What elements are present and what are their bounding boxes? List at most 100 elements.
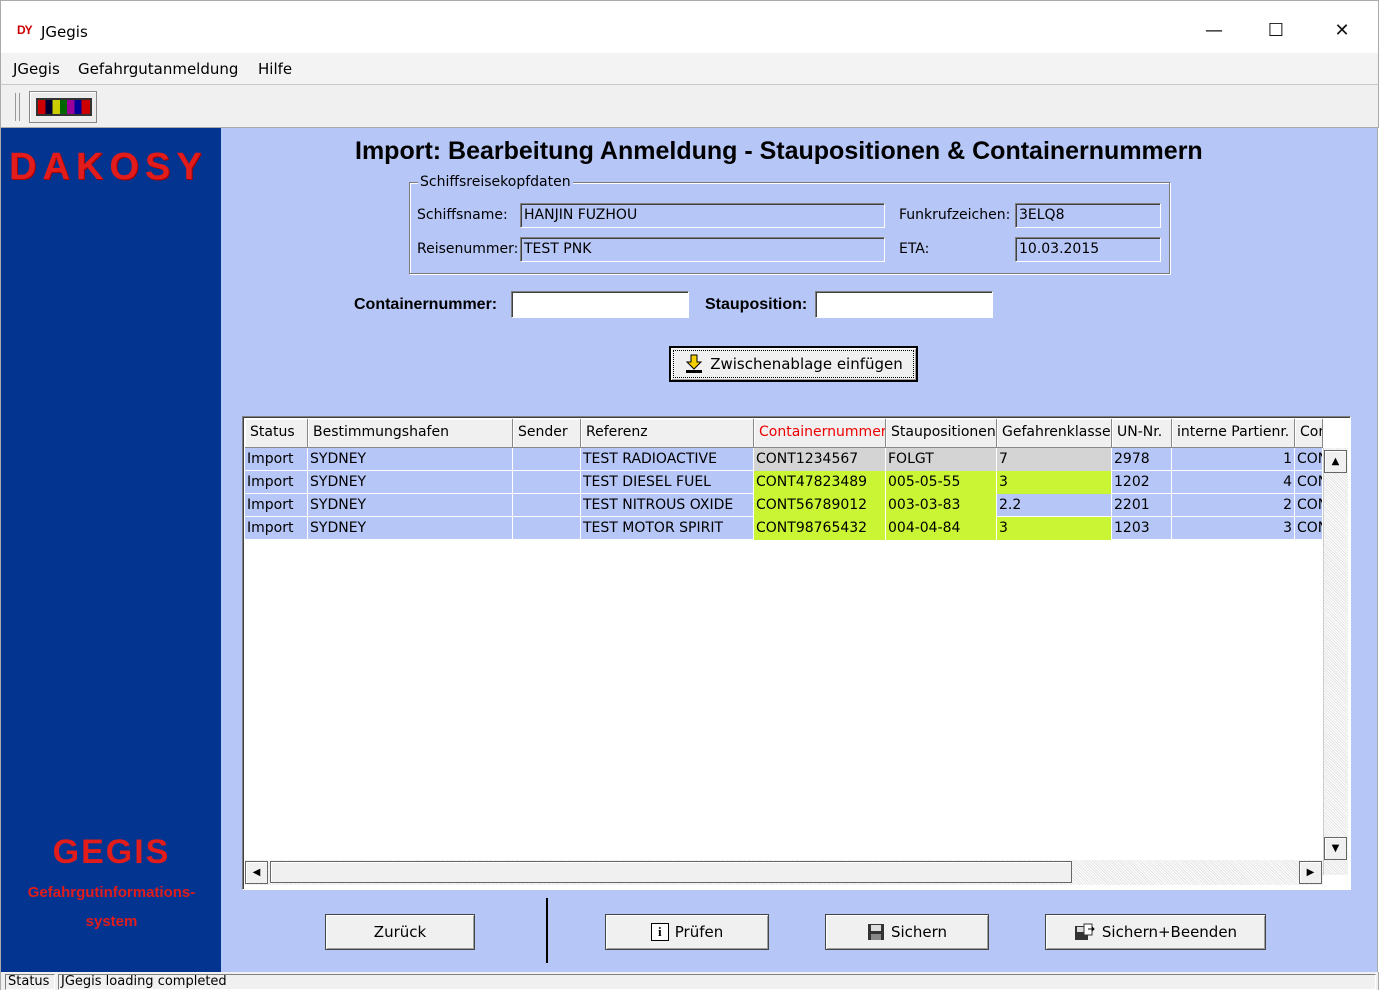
cell-un: 2978 [1112,448,1172,471]
toolbar-button[interactable] [29,91,97,123]
cell-un: 2201 [1112,494,1172,517]
cell-partie: 3 [1172,517,1295,540]
cell-stau: 004-04-84 [886,517,997,540]
dakosy-logo: DAKOSY [9,146,208,188]
table-header: Status Bestimmungshafen Sender Referenz … [245,419,1323,448]
page-title: Import: Bearbeitung Anmeldung - Stauposi… [355,137,1203,165]
cell-referenz: TEST MOTOR SPIRIT [581,517,754,540]
menu-hilfe[interactable]: Hilfe [258,60,292,78]
col-cor[interactable]: Cor [1295,419,1323,448]
horizontal-scrollbar[interactable]: ◀ ▶ [245,860,1323,885]
cell-stau: 005-05-55 [886,471,997,494]
container-table[interactable]: Status Bestimmungshafen Sender Referenz … [242,416,1351,890]
col-status[interactable]: Status [245,419,308,448]
floppy-disk-icon [867,924,884,940]
scroll-left-icon[interactable]: ◀ [245,861,268,884]
cell-status: Import [245,494,308,517]
table-row[interactable]: Import SYDNEY TEST NITROUS OXIDE CONT567… [245,494,1323,517]
menu-jgegis[interactable]: JGegis [13,60,60,78]
status-bar: Status JGegis loading completed [0,972,1379,990]
cell-cor: CON [1295,517,1323,540]
vertical-scrollbar[interactable]: ▲ ▼ [1323,448,1348,875]
cell-hafen: SYDNEY [308,517,513,540]
button-separator [546,898,548,963]
save-label: Sichern [890,923,948,941]
cell-klasse: 2.2 [997,494,1112,517]
cell-cor: CON [1295,448,1323,471]
stauposition-input[interactable] [815,291,993,318]
col-bestimmungshafen[interactable]: Bestimmungshafen [308,419,513,448]
cell-hafen: SYDNEY [308,448,513,471]
cell-un: 1202 [1112,471,1172,494]
cell-hafen: SYDNEY [308,494,513,517]
paste-clipboard-button[interactable]: Zwischenablage einfügen [669,346,918,382]
voyage-header-group: Schiffsreisekopfdaten Schiffsname: HANJI… [409,174,1170,274]
cell-sender [513,471,581,494]
scroll-right-icon[interactable]: ▶ [1299,861,1322,884]
col-referenz[interactable]: Referenz [581,419,754,448]
cell-klasse: 3 [997,471,1112,494]
back-button[interactable]: Zurück [325,914,475,950]
col-interne-partienr[interactable]: interne Partienr. [1172,419,1295,448]
close-button[interactable]: ✕ [1319,13,1365,49]
cell-status: Import [245,448,308,471]
table-row[interactable]: Import SYDNEY TEST DIESEL FUEL CONT47823… [245,471,1323,494]
cell-referenz: TEST NITROUS OXIDE [581,494,754,517]
maximize-button[interactable]: ☐ [1253,13,1299,49]
group-legend: Schiffsreisekopfdaten [418,174,573,190]
paste-clipboard-label: Zwischenablage einfügen [710,355,903,373]
cell-stau: FOLGT [886,448,997,471]
color-bars-icon [36,98,92,116]
toolbar [0,84,1379,128]
cell-cor: CON [1295,471,1323,494]
col-sender[interactable]: Sender [513,419,581,448]
funkruf-label: Funkrufzeichen: [899,207,1011,223]
cell-sender [513,448,581,471]
table-row[interactable]: Import SYDNEY TEST RADIOACTIVE CONT12345… [245,448,1323,471]
menu-gefahrgutanmeldung[interactable]: Gefahrgutanmeldung [78,60,238,78]
containernummer-label: Containernummer: [354,296,498,313]
cell-sender [513,517,581,540]
cell-container: CONT47823489 [754,471,886,494]
gegis-logo: GEGIS [52,833,171,871]
check-button[interactable]: i Prüfen [605,914,769,950]
col-un-nr[interactable]: UN-Nr. [1112,419,1172,448]
gegis-subtitle-line2: system [85,913,138,930]
cell-partie: 4 [1172,471,1295,494]
containernummer-input[interactable] [511,291,689,318]
cell-referenz: TEST DIESEL FUEL [581,471,754,494]
minimize-button[interactable]: — [1191,13,1237,49]
scroll-up-icon[interactable]: ▲ [1324,450,1347,473]
back-label: Zurück [373,923,427,941]
gegis-subtitle-line1: Gefahrgutinformations- [27,884,196,901]
scroll-down-icon[interactable]: ▼ [1324,837,1347,860]
sidebar: DAKOSY GEGIS Gefahrgutinformations- syst… [0,128,221,972]
cell-sender [513,494,581,517]
cell-container: CONT98765432 [754,517,886,540]
eta-label: ETA: [899,241,930,257]
title-bar: DY JGegis — ☐ ✕ [0,0,1379,53]
main-panel: Import: Bearbeitung Anmeldung - Stauposi… [221,128,1378,972]
cell-referenz: TEST RADIOACTIVE [581,448,754,471]
col-containernummer[interactable]: Containernummer [754,419,886,448]
cell-cor: CON [1295,494,1323,517]
save-exit-button[interactable]: Sichern+Beenden [1045,914,1266,950]
eta-field: 10.03.2015 [1015,237,1161,262]
col-staupositionen[interactable]: Staupositionen [886,419,997,448]
cell-hafen: SYDNEY [308,471,513,494]
status-message: JGegis loading completed [58,974,1376,990]
cell-container: CONT56789012 [754,494,886,517]
table-row[interactable]: Import SYDNEY TEST MOTOR SPIRIT CONT9876… [245,517,1323,540]
cell-partie: 2 [1172,494,1295,517]
save-exit-label: Sichern+Beenden [1101,923,1238,941]
horizontal-scroll-thumb[interactable] [270,861,1072,883]
col-gefahrenklasse[interactable]: Gefahrenklasse [997,419,1112,448]
window-title: JGegis [41,23,88,41]
cell-partie: 1 [1172,448,1295,471]
save-button[interactable]: Sichern [825,914,989,950]
cell-status: Import [245,517,308,540]
toolbar-grip[interactable] [15,93,20,121]
schiffsname-label: Schiffsname: [417,207,508,223]
cell-stau: 003-03-83 [886,494,997,517]
info-icon: i [650,923,669,941]
